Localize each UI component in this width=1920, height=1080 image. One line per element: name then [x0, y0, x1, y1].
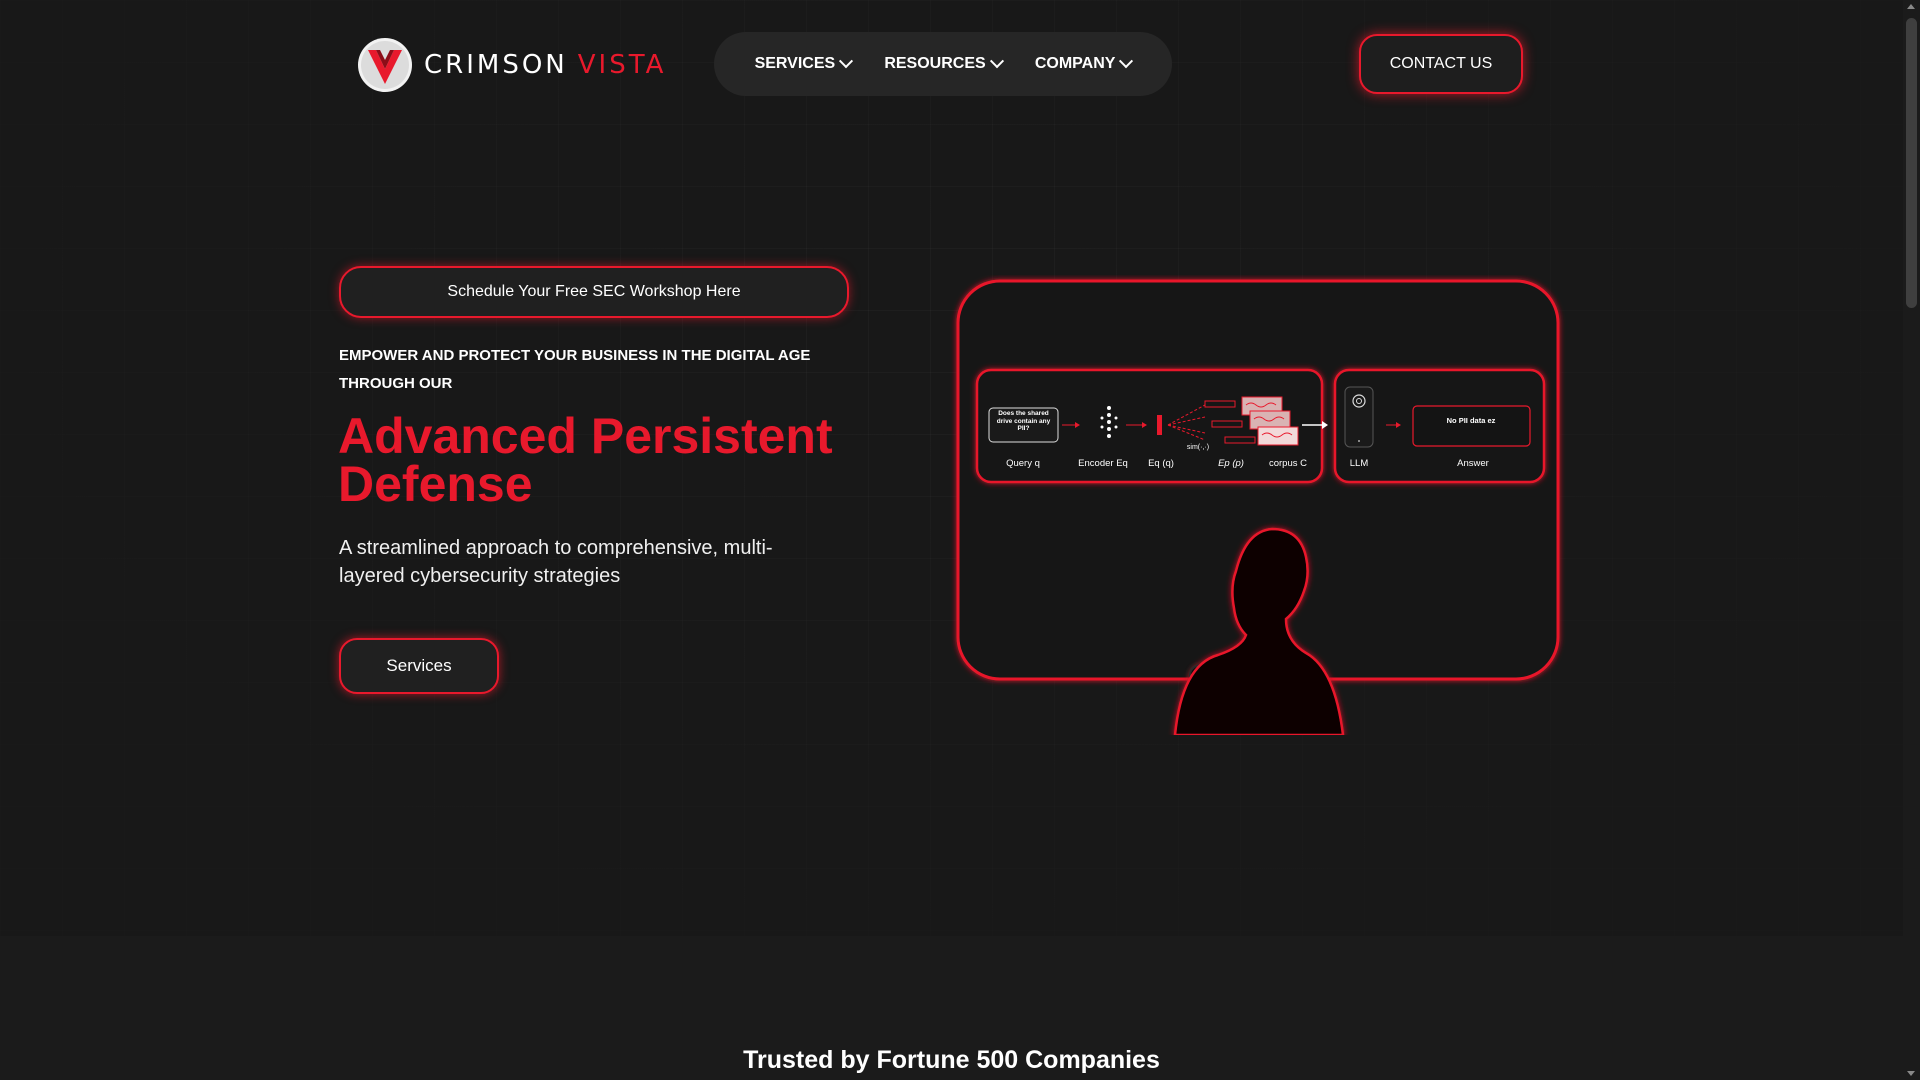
rag-pipeline-illustration: Does the shared drive contain any PII? N… [956, 279, 1560, 735]
v-shield-logo-icon [358, 38, 412, 92]
label-query: Query q [1006, 458, 1040, 469]
hero-headline: Advanced Persistent Defense [338, 408, 833, 512]
nav-item-label: RESOURCES [884, 55, 986, 72]
scrollbar-thumb[interactable] [1906, 18, 1917, 308]
nav-item-resources[interactable]: RESOURCES [884, 54, 1004, 73]
label-encoder: Encoder Eq [1078, 458, 1128, 469]
label-corpus: corpus C [1269, 458, 1307, 469]
scroll-up-arrow-icon[interactable] [1907, 4, 1915, 9]
services-button[interactable]: Services [339, 638, 499, 694]
nav-item-label: SERVICES [754, 55, 836, 72]
nav-item-label: COMPANY [1034, 55, 1116, 72]
nav-item-services[interactable]: SERVICES [754, 54, 854, 73]
nav-item-company[interactable]: COMPANY [1034, 54, 1134, 73]
page-scrollbar[interactable] [1903, 0, 1920, 1080]
label-llm: LLM [1350, 458, 1369, 469]
brand-name: CRIMSON VISTA [424, 50, 666, 80]
chevron-down-icon [1119, 54, 1134, 69]
label-ep: Ep (p) [1218, 458, 1244, 469]
llm-icon [1344, 386, 1374, 448]
answer-box [1412, 405, 1531, 447]
schedule-workshop-button[interactable]: Schedule Your Free SEC Workshop Here [339, 266, 849, 318]
brand-name-part2: VISTA [577, 50, 667, 80]
label-sim: sim(·,·) [1187, 444, 1209, 451]
label-eq: Eq (q) [1148, 458, 1174, 469]
brand-name-part1: CRIMSON [424, 50, 568, 80]
chevron-down-icon [839, 54, 854, 69]
main-nav: SERVICES RESOURCES COMPANY [714, 32, 1172, 96]
hero-subtitle: A streamlined approach to comprehensive,… [339, 537, 773, 587]
trusted-heading: Trusted by Fortune 500 Companies [743, 1046, 1160, 1074]
query-embedding [1157, 415, 1162, 435]
query-text: Does the shared drive contain any PII? [996, 410, 1051, 432]
contact-us-button[interactable]: CONTACT US [1359, 34, 1523, 94]
brand-logo[interactable]: CRIMSON VISTA [356, 36, 666, 94]
chevron-down-icon [989, 54, 1004, 69]
hero-eyebrow: EMPOWER AND PROTECT YOUR BUSINESS IN THE… [339, 347, 811, 392]
answer-text: No PII data ez [1447, 416, 1496, 425]
label-answer: Answer [1457, 458, 1489, 469]
scroll-down-arrow-icon[interactable] [1907, 1071, 1915, 1076]
